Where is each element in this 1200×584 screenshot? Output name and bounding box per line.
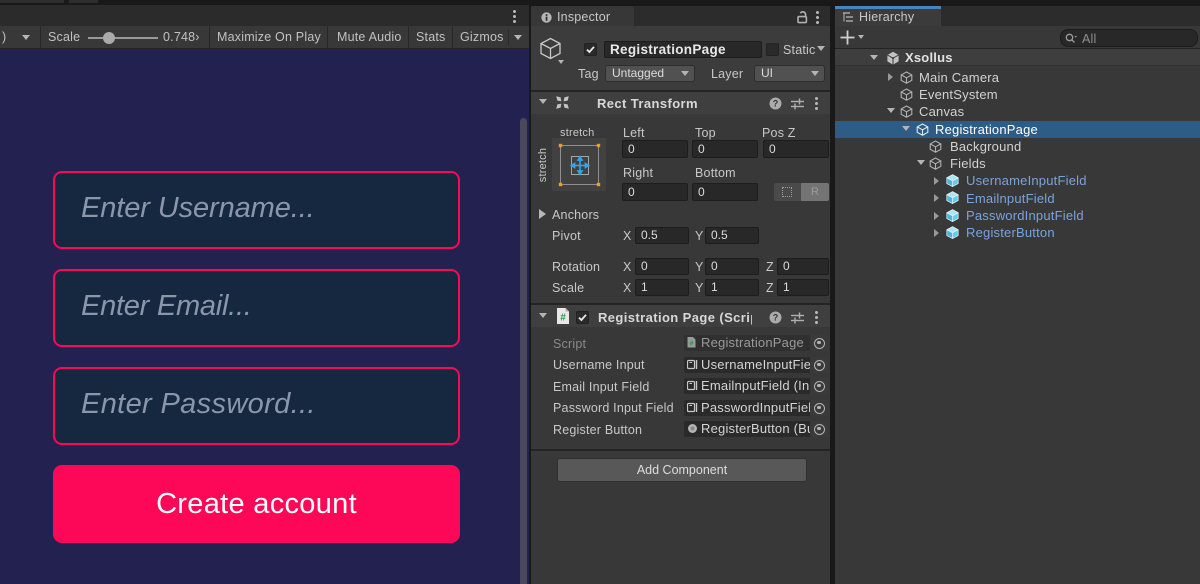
svg-text:?: ? bbox=[773, 313, 779, 323]
svg-text:?: ? bbox=[773, 99, 779, 109]
svg-text:#: # bbox=[689, 339, 694, 348]
svg-text:#: # bbox=[560, 313, 566, 324]
